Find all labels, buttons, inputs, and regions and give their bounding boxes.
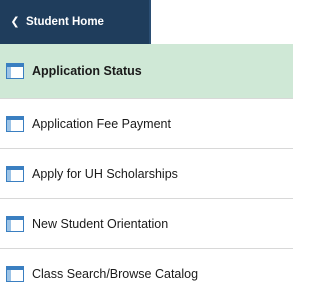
top-bar: ❮ Student Home xyxy=(0,0,293,44)
menu-item-label: New Student Orientation xyxy=(32,216,169,231)
menu-item-label: Application Fee Payment xyxy=(32,116,171,131)
chevron-left-icon: ❮ xyxy=(10,15,20,28)
menu-item-class-search-browse-catalog[interactable]: Class Search/Browse Catalog xyxy=(0,248,293,297)
menu-item-label: Application Status xyxy=(32,64,142,78)
page-layout-icon xyxy=(6,215,24,232)
navigation-menu: Application Status Application Fee Payme… xyxy=(0,44,293,297)
menu-item-label: Class Search/Browse Catalog xyxy=(32,266,199,281)
menu-item-application-status[interactable]: Application Status xyxy=(0,44,293,98)
student-home-back-button[interactable]: ❮ Student Home xyxy=(0,0,151,44)
page-layout-icon xyxy=(6,63,24,79)
page-layout-icon xyxy=(6,115,24,132)
menu-item-application-fee-payment[interactable]: Application Fee Payment xyxy=(0,98,293,148)
page-layout-icon xyxy=(6,265,24,282)
menu-item-apply-for-uh-scholarships[interactable]: Apply for UH Scholarships xyxy=(0,148,293,198)
page-layout-icon xyxy=(6,165,24,182)
menu-item-new-student-orientation[interactable]: New Student Orientation xyxy=(0,198,293,248)
menu-item-label: Apply for UH Scholarships xyxy=(32,166,178,181)
back-button-label: Student Home xyxy=(26,16,104,28)
